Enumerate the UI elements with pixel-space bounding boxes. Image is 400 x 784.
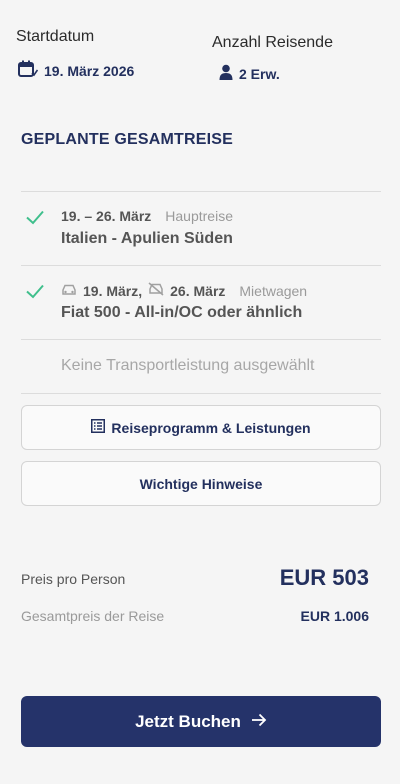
price-per-person-label: Preis pro Person	[21, 571, 126, 587]
price-per-person-value: EUR 503	[279, 565, 369, 590]
start-date-label: Startdatum	[16, 28, 95, 45]
list-icon	[91, 419, 106, 436]
section-title: GEPLANTE GESAMTREISE	[21, 131, 234, 148]
travelers-text: 2 Erw.	[239, 65, 280, 82]
program-button[interactable]: Reiseprogramm & Leistungen	[21, 405, 381, 450]
book-now-label: Jetzt Buchen	[135, 711, 241, 731]
calendar-icon	[18, 60, 39, 81]
trip-item-main-dates: 19. – 26. März Hauptreise	[61, 208, 233, 224]
travelers-label: Anzahl Reisende	[212, 34, 333, 51]
check-icon	[25, 281, 45, 301]
car-return-icon	[148, 282, 164, 299]
book-now-button[interactable]: Jetzt Buchen	[21, 696, 381, 747]
trip-type: Hauptreise	[165, 208, 233, 224]
program-button-label: Reiseprogramm & Leistungen	[111, 419, 311, 436]
total-price-value: EUR 1.006	[300, 608, 369, 624]
divider	[21, 339, 381, 340]
start-date-value[interactable]: 19. März 2026	[18, 60, 134, 81]
person-icon	[219, 64, 233, 83]
no-transport-text: Keine Transportleistung ausgewählt	[61, 357, 315, 374]
trip-dates: 19. – 26. März	[61, 208, 152, 224]
trip-item-car: 19. März, 26. März Mietwagen Fiat 500 - …	[21, 266, 381, 339]
arrow-right-icon	[251, 712, 267, 732]
trip-item-main: 19. – 26. März Hauptreise Italien - Apul…	[21, 192, 381, 265]
trip-item-car-dates: 19. März, 26. März Mietwagen	[61, 282, 307, 299]
divider	[21, 393, 381, 394]
car-icon	[61, 283, 77, 299]
car-type: Mietwagen	[239, 282, 308, 299]
car-name: Fiat 500 - All-in/OC oder ähnlich	[61, 304, 303, 321]
travelers-value[interactable]: 2 Erw.	[219, 64, 280, 83]
trip-name: Italien - Apulien Süden	[61, 230, 233, 247]
car-date-from: 19. März,	[83, 282, 143, 299]
start-date-text: 19. März 2026	[44, 62, 135, 79]
notes-button-label: Wichtige Hinweise	[139, 475, 263, 492]
check-icon	[25, 207, 45, 227]
car-date-to: 26. März	[170, 282, 226, 299]
total-price-label: Gesamtpreis der Reise	[21, 608, 165, 624]
notes-button[interactable]: Wichtige Hinweise	[21, 461, 381, 506]
